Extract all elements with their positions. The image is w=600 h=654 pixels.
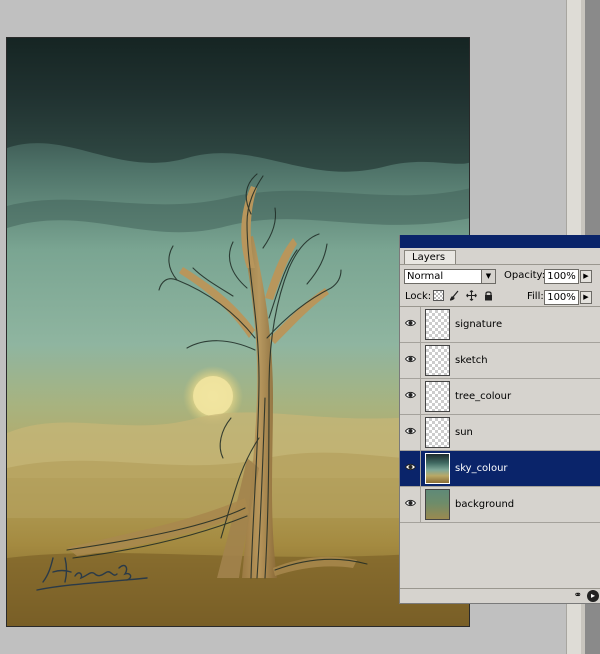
opacity-slider-arrow-icon[interactable]: ▶ (580, 270, 592, 283)
opacity-field[interactable]: 100% (544, 269, 579, 284)
fill-field[interactable]: 100% (544, 290, 579, 305)
layer-name[interactable]: sketch (455, 355, 488, 366)
eye-icon[interactable] (405, 463, 416, 471)
visibility-toggle[interactable] (400, 451, 421, 486)
opacity-label: Opacity: (504, 270, 546, 281)
chevron-down-icon[interactable]: ▼ (481, 270, 495, 283)
layer-thumbnail[interactable] (425, 345, 450, 376)
layer-name[interactable]: background (455, 499, 514, 510)
layer-row[interactable]: tree_colour (400, 379, 600, 415)
visibility-toggle[interactable] (400, 415, 421, 450)
link-icon[interactable]: ⚭ (574, 590, 582, 601)
lock-row: Lock: Fill: 100% ▶ (400, 286, 600, 307)
move-icon[interactable] (466, 290, 477, 301)
visibility-toggle[interactable] (400, 487, 421, 522)
layer-name[interactable]: tree_colour (455, 391, 511, 402)
layer-thumbnail[interactable] (425, 309, 450, 340)
visibility-toggle[interactable] (400, 379, 421, 414)
layer-thumbnail[interactable] (425, 453, 450, 484)
panel-footer: ⚭ ▸ (400, 588, 600, 603)
panel-titlebar[interactable] (400, 235, 600, 248)
lock-label: Lock: (405, 291, 432, 302)
layer-name[interactable]: sky_colour (455, 463, 508, 474)
fill-label: Fill: (527, 291, 544, 302)
blend-row: Normal ▼ Opacity: 100% ▶ (400, 265, 600, 286)
panel-menu-icon[interactable]: ▸ (587, 590, 599, 602)
layer-name[interactable]: signature (455, 319, 502, 330)
eye-icon[interactable] (405, 391, 416, 399)
eye-icon[interactable] (405, 427, 416, 435)
eye-icon[interactable] (405, 319, 416, 327)
layer-list: signature sketch tree_coloursun sky_colourb… (400, 307, 600, 523)
visibility-toggle[interactable] (400, 343, 421, 378)
layer-row[interactable]: background (400, 487, 600, 523)
layer-thumbnail[interactable] (425, 417, 450, 448)
visibility-toggle[interactable] (400, 307, 421, 342)
brush-icon[interactable] (449, 290, 460, 301)
tab-layers[interactable]: Layers (404, 250, 456, 264)
layer-row[interactable]: sky_colour (400, 451, 600, 487)
layer-row[interactable]: sun (400, 415, 600, 451)
panel-tab-row: Layers (400, 248, 600, 265)
fill-slider-arrow-icon[interactable]: ▶ (580, 291, 592, 304)
blend-mode-value: Normal (407, 271, 444, 282)
lock-transparent-icon[interactable] (433, 290, 444, 301)
eye-icon[interactable] (405, 355, 416, 363)
layer-thumbnail[interactable] (425, 381, 450, 412)
padlock-icon[interactable] (483, 290, 494, 301)
blend-mode-select[interactable]: Normal ▼ (404, 269, 496, 284)
layer-row[interactable]: sketch (400, 343, 600, 379)
layer-row[interactable]: signature (400, 307, 600, 343)
layer-name[interactable]: sun (455, 427, 473, 438)
layers-panel[interactable]: Layers Normal ▼ Opacity: 100% ▶ Lock: Fi… (399, 235, 600, 604)
layer-thumbnail[interactable] (425, 489, 450, 520)
eye-icon[interactable] (405, 499, 416, 507)
